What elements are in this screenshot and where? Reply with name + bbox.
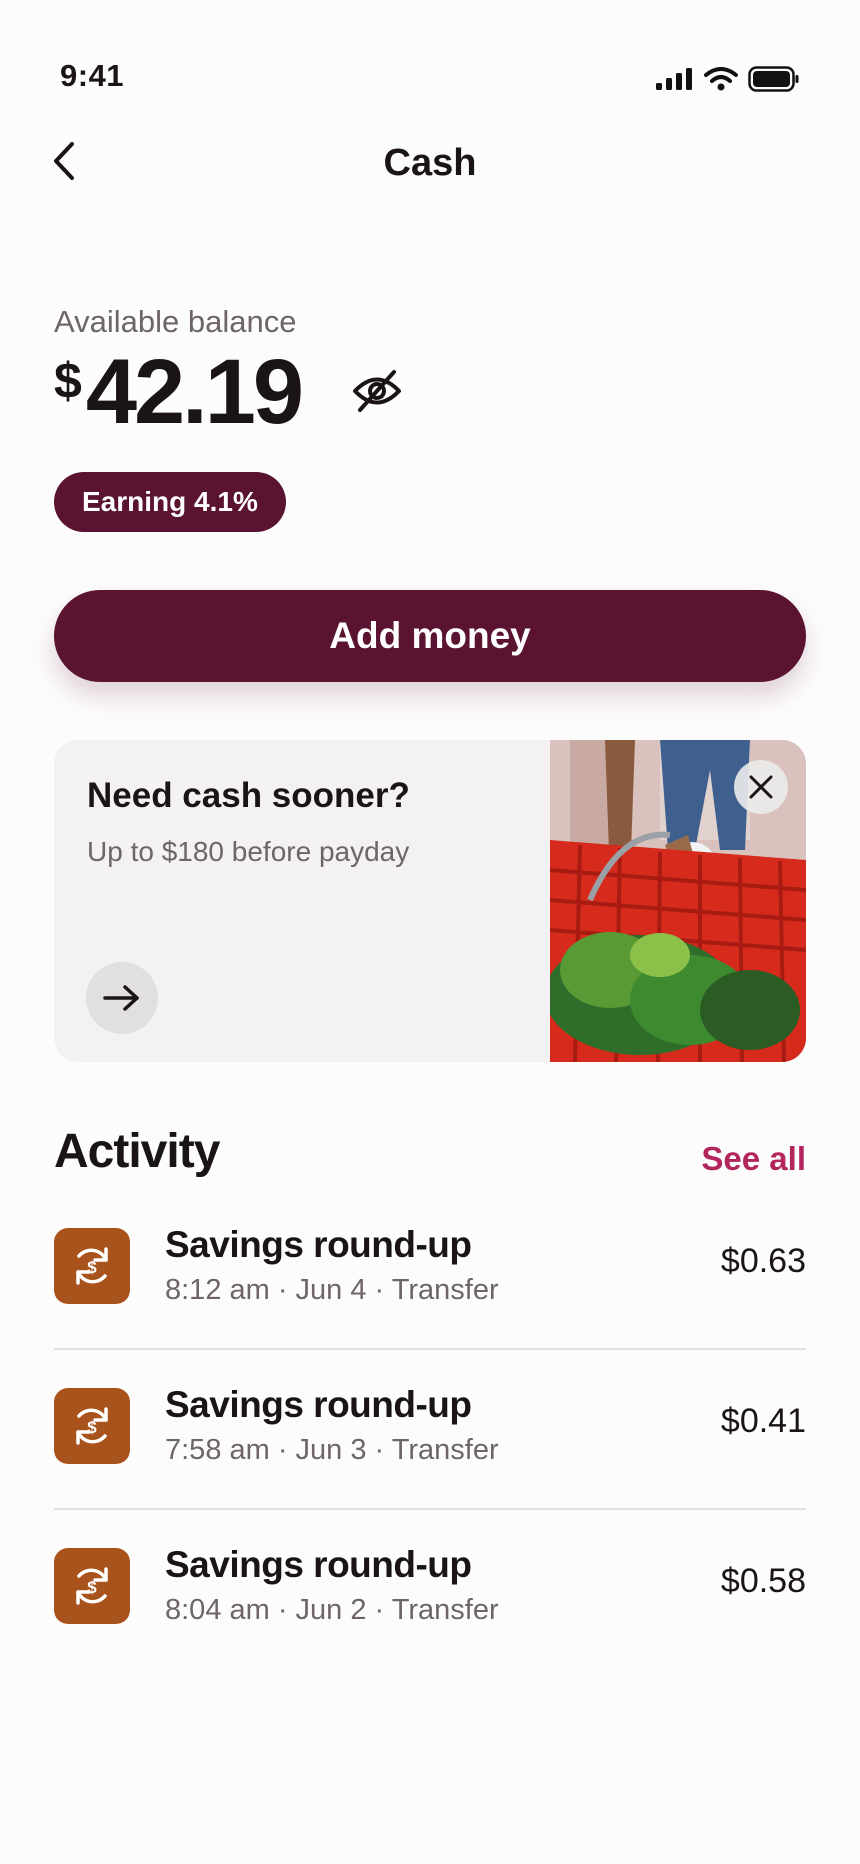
transaction-name: Savings round-up: [165, 1384, 472, 1425]
promo-close-button[interactable]: [734, 760, 788, 814]
transaction-amount: $0.41: [720, 1402, 806, 1440]
svg-text:$: $: [87, 1418, 97, 1437]
cellular-signal-icon: [656, 68, 692, 90]
round-up-dollar-icon: $: [54, 1548, 130, 1624]
promo-title: Need cash sooner?: [87, 776, 410, 815]
balance-label: Available balance: [54, 304, 297, 339]
nav-bar: Cash: [0, 120, 860, 200]
transaction-meta: 7:58 am · Jun 3 · Transfer: [165, 1434, 499, 1466]
arrow-right-icon: [103, 985, 139, 1011]
transaction-meta: 8:12 am · Jun 4 · Transfer: [165, 1274, 499, 1306]
transaction-row[interactable]: $ Savings round-up 8:12 am · Jun 4 · Tra…: [54, 1190, 806, 1350]
status-icons: [656, 66, 800, 92]
see-all-link[interactable]: See all: [701, 1140, 806, 1178]
hide-balance-button[interactable]: [350, 364, 404, 418]
eye-slash-icon: [353, 370, 401, 412]
svg-text:$: $: [87, 1258, 97, 1277]
add-money-button[interactable]: Add money: [54, 590, 806, 682]
balance-value: 42.19: [85, 341, 304, 443]
promo-image: [550, 740, 806, 1062]
page-title: Cash: [383, 142, 477, 184]
round-up-dollar-icon: $: [54, 1388, 130, 1464]
transaction-amount: $0.63: [720, 1242, 806, 1280]
transaction-amount: $0.58: [720, 1562, 806, 1600]
activity-heading: Activity: [54, 1125, 220, 1178]
promo-subtitle: Up to $180 before payday: [87, 836, 410, 867]
svg-text:$: $: [87, 1578, 97, 1597]
transaction-meta: 8:04 am · Jun 2 · Transfer: [165, 1594, 499, 1626]
promo-arrow-button[interactable]: [86, 962, 158, 1034]
status-bar: 9:41: [0, 0, 860, 110]
wifi-icon: [704, 67, 738, 91]
round-up-dollar-icon: $: [54, 1228, 130, 1304]
battery-icon: [748, 66, 799, 92]
transaction-row[interactable]: $ Savings round-up 8:04 am · Jun 2 · Tra…: [54, 1510, 806, 1670]
transaction-name: Savings round-up: [165, 1224, 472, 1265]
transaction-row[interactable]: $ Savings round-up 7:58 am · Jun 3 · Tra…: [54, 1350, 806, 1510]
earning-badge: Earning 4.1%: [54, 472, 286, 532]
currency-symbol: $: [54, 353, 82, 409]
promo-card[interactable]: Need cash sooner? Up to $180 before payd…: [54, 740, 806, 1062]
balance-amount: $ 42.19: [54, 341, 304, 443]
status-time: 9:41: [60, 58, 125, 93]
close-icon: [749, 775, 773, 799]
transaction-name: Savings round-up: [165, 1544, 472, 1585]
